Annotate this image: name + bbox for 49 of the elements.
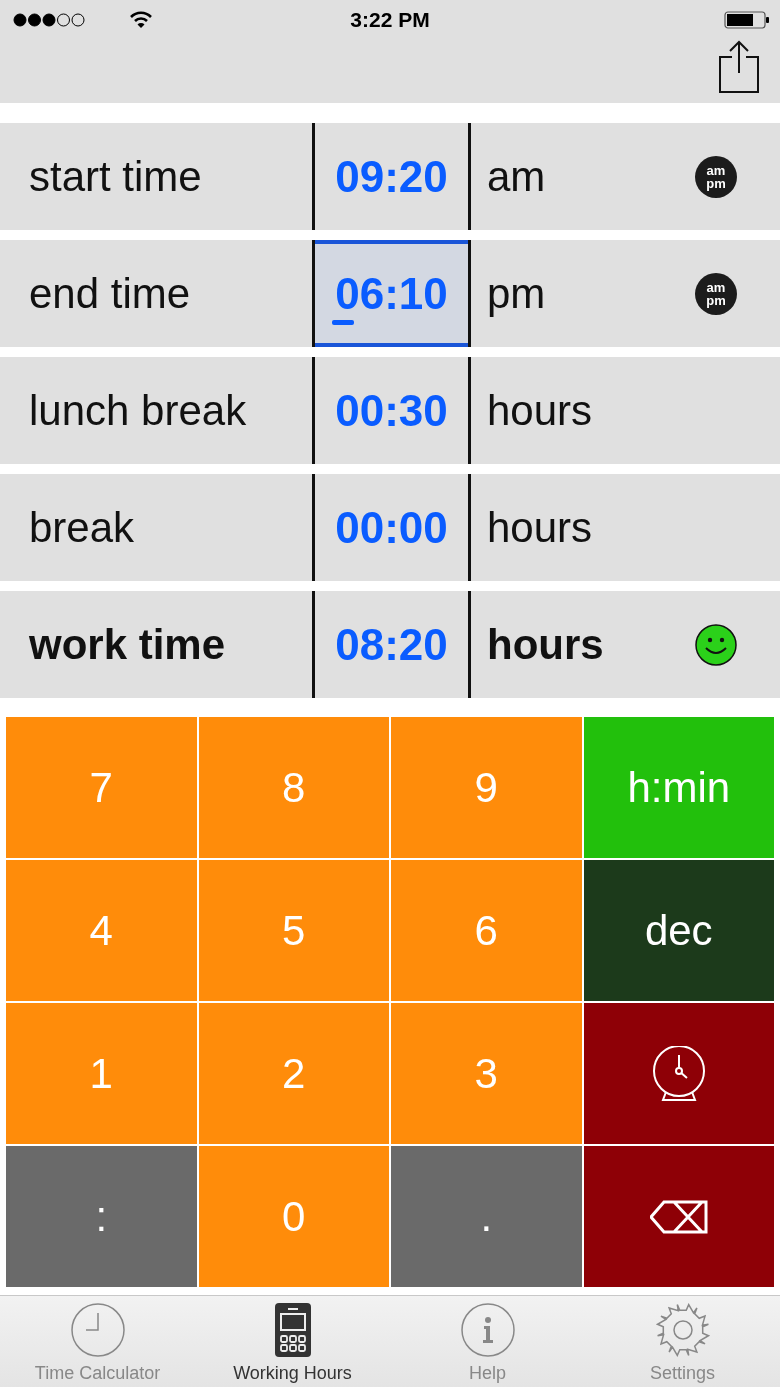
keypad-key[interactable]: 4 — [6, 860, 197, 1001]
share-icon[interactable] — [718, 40, 760, 94]
keypad-key[interactable] — [583, 1146, 774, 1287]
calculator-icon — [274, 1303, 311, 1357]
keypad-key[interactable]: h:min — [583, 717, 774, 858]
signal-icon — [13, 13, 85, 27]
tab[interactable]: Settings — [585, 1296, 780, 1387]
keypad-key[interactable]: 5 — [198, 860, 389, 1001]
unit-label: pm — [487, 269, 546, 318]
tab[interactable]: Help — [390, 1296, 585, 1387]
time-field[interactable]: 08:20 — [312, 591, 471, 698]
unit-label: hours — [487, 503, 593, 552]
status-time: 3:22 PM — [350, 8, 430, 32]
am-pm-toggle[interactable]: am pm — [695, 155, 737, 198]
keypad-key[interactable]: 3 — [391, 1003, 582, 1144]
time-field[interactable]: 09:20 — [312, 123, 471, 230]
keypad-key[interactable]: . — [391, 1146, 582, 1287]
gear-icon — [655, 1303, 710, 1357]
smiley-icon — [695, 623, 737, 666]
unit-label: am — [487, 152, 546, 201]
wifi-icon — [129, 11, 153, 29]
keypad-key[interactable]: dec — [583, 860, 774, 1001]
keypad-key[interactable] — [583, 1003, 774, 1144]
row-label: lunch break — [28, 386, 248, 435]
clock-icon — [70, 1303, 125, 1357]
time-field[interactable]: 00:30 — [312, 357, 471, 464]
unit-label: hours — [487, 386, 593, 435]
alarm-clock-icon — [650, 1045, 707, 1102]
row-label: break — [28, 503, 136, 552]
row-label: end time — [28, 269, 192, 318]
keypad-key[interactable]: 1 — [6, 1003, 197, 1144]
keypad-key[interactable]: 6 — [391, 860, 582, 1001]
keypad-key[interactable]: : — [6, 1146, 197, 1287]
keypad-key[interactable]: 2 — [198, 1003, 389, 1144]
row-label: work time — [28, 620, 227, 669]
battery-icon — [724, 10, 770, 30]
keypad-key[interactable]: 8 — [198, 717, 389, 858]
row-label: start time — [28, 152, 203, 201]
tab[interactable]: Working Hours — [195, 1296, 390, 1387]
keypad-key[interactable]: 9 — [391, 717, 582, 858]
keypad-key[interactable]: 7 — [6, 717, 197, 858]
tab[interactable]: Time Calculator — [0, 1296, 195, 1387]
time-field[interactable]: 06:10 — [312, 240, 471, 347]
time-field[interactable]: 00:00 — [312, 474, 471, 581]
am-pm-toggle[interactable]: am pm — [695, 272, 737, 315]
unit-label: hours — [487, 620, 604, 669]
info-icon — [460, 1303, 515, 1357]
backspace-icon — [649, 1199, 708, 1234]
keypad-key[interactable]: 0 — [198, 1146, 389, 1287]
